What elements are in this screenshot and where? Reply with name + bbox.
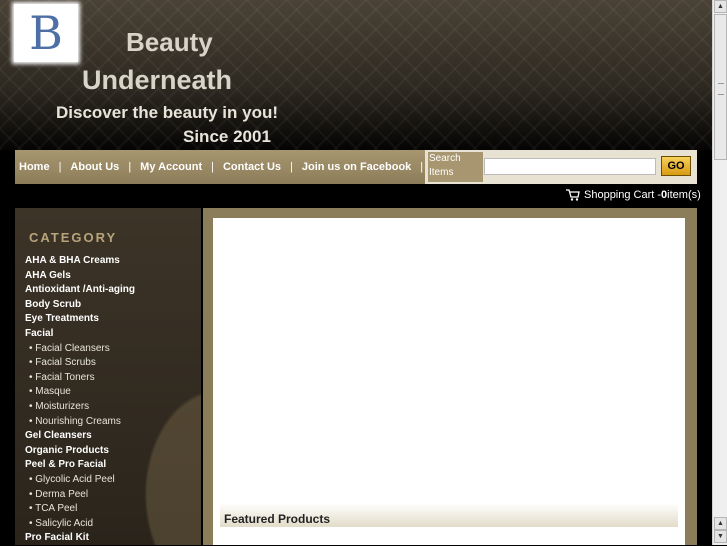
category-link[interactable]: Body Scrub (25, 298, 135, 313)
nav-separator: | (211, 161, 214, 173)
shopping-cart-icon (566, 189, 580, 201)
nav-facebook-link[interactable]: Join us on Facebook (302, 161, 411, 173)
subcategory-link[interactable]: • Facial Scrubs (25, 356, 135, 371)
nav-about-link[interactable]: About Us (70, 161, 119, 173)
category-link[interactable]: AHA & BHA Creams (25, 254, 135, 269)
subcategory-link[interactable]: • Derma Peel (25, 488, 135, 503)
category-link[interactable]: AHA Gels (25, 269, 135, 284)
scroll-down-button[interactable]: ▼ (714, 530, 727, 543)
cart-suffix: item(s) (667, 189, 701, 201)
nav-separator: | (290, 161, 293, 173)
search-input[interactable] (484, 158, 656, 175)
nav-separator: | (420, 161, 424, 173)
cart-label: Shopping Cart - (584, 189, 662, 201)
featured-products-header: Featured Products (220, 503, 678, 527)
category-link[interactable]: Gel Cleansers (25, 429, 135, 444)
category-link[interactable]: Peel & Pro Facial (25, 458, 135, 473)
logo-letter: B (29, 6, 63, 60)
scroll-grip-icon (718, 83, 724, 95)
subcategory-link[interactable]: • Glycolic Acid Peel (25, 473, 135, 488)
shopping-cart-link[interactable]: Shopping Cart - 0 item(s) (566, 189, 701, 201)
site-title-line2: Underneath (82, 65, 233, 95)
subcategory-link[interactable]: • Nourishing Creams (25, 415, 135, 430)
category-link[interactable]: Facial (25, 327, 135, 342)
nav-separator: | (128, 161, 132, 173)
nav-home-link[interactable]: Home (19, 161, 50, 173)
site-title-line1: Beauty (126, 27, 213, 57)
subcategory-link[interactable]: • Facial Toners (25, 371, 135, 386)
featured-products-title: Featured Products (224, 512, 331, 526)
site-header: B Beauty Underneath Discover the beauty … (0, 0, 712, 150)
category-sidebar: CATEGORY AHA & BHA Creams AHA Gels Antioxi… (15, 208, 201, 545)
search-go-button[interactable]: GO (661, 156, 691, 176)
main-content (213, 218, 685, 545)
category-link[interactable]: Eye Treatments (25, 312, 135, 327)
nav-links: Home | About Us | My Account | Contact U… (19, 150, 432, 184)
category-link[interactable]: Organic Products (25, 444, 135, 459)
site-tagline: Discover the beauty in you! (56, 103, 278, 122)
subcategory-link[interactable]: • Masque (25, 385, 135, 400)
subcategory-link[interactable]: • Salicylic Acid (25, 517, 135, 532)
nav-separator: | (58, 161, 62, 173)
scroll-up-button[interactable]: ▲ (714, 0, 727, 13)
category-link[interactable]: Pro Facial Kit (25, 531, 135, 546)
search-area: Search Items GO (425, 150, 697, 184)
nav-contact-link[interactable]: Contact Us (223, 161, 281, 173)
page-scrollbar[interactable]: ▲ ▲ ▼ (712, 0, 727, 545)
nav-account-link[interactable]: My Account (140, 161, 202, 173)
category-list: AHA & BHA Creams AHA Gels Antioxidant /Ant… (25, 254, 135, 546)
subcategory-link[interactable]: • Moisturizers (25, 400, 135, 415)
subcategory-link[interactable]: • Facial Cleansers (25, 342, 135, 357)
site-logo[interactable]: B (14, 4, 78, 62)
search-label: Search Items (428, 152, 483, 182)
category-link[interactable]: Antioxidant /Anti-aging (25, 283, 135, 298)
nav-bar: Home | About Us | My Account | Contact U… (15, 150, 697, 184)
scroll-thumb[interactable] (714, 14, 727, 160)
subcategory-link[interactable]: • TCA Peel (25, 502, 135, 517)
category-title: CATEGORY (29, 230, 118, 245)
since-year: Since 2001 (183, 127, 271, 146)
scroll-up-button-bottom[interactable]: ▲ (714, 517, 727, 530)
